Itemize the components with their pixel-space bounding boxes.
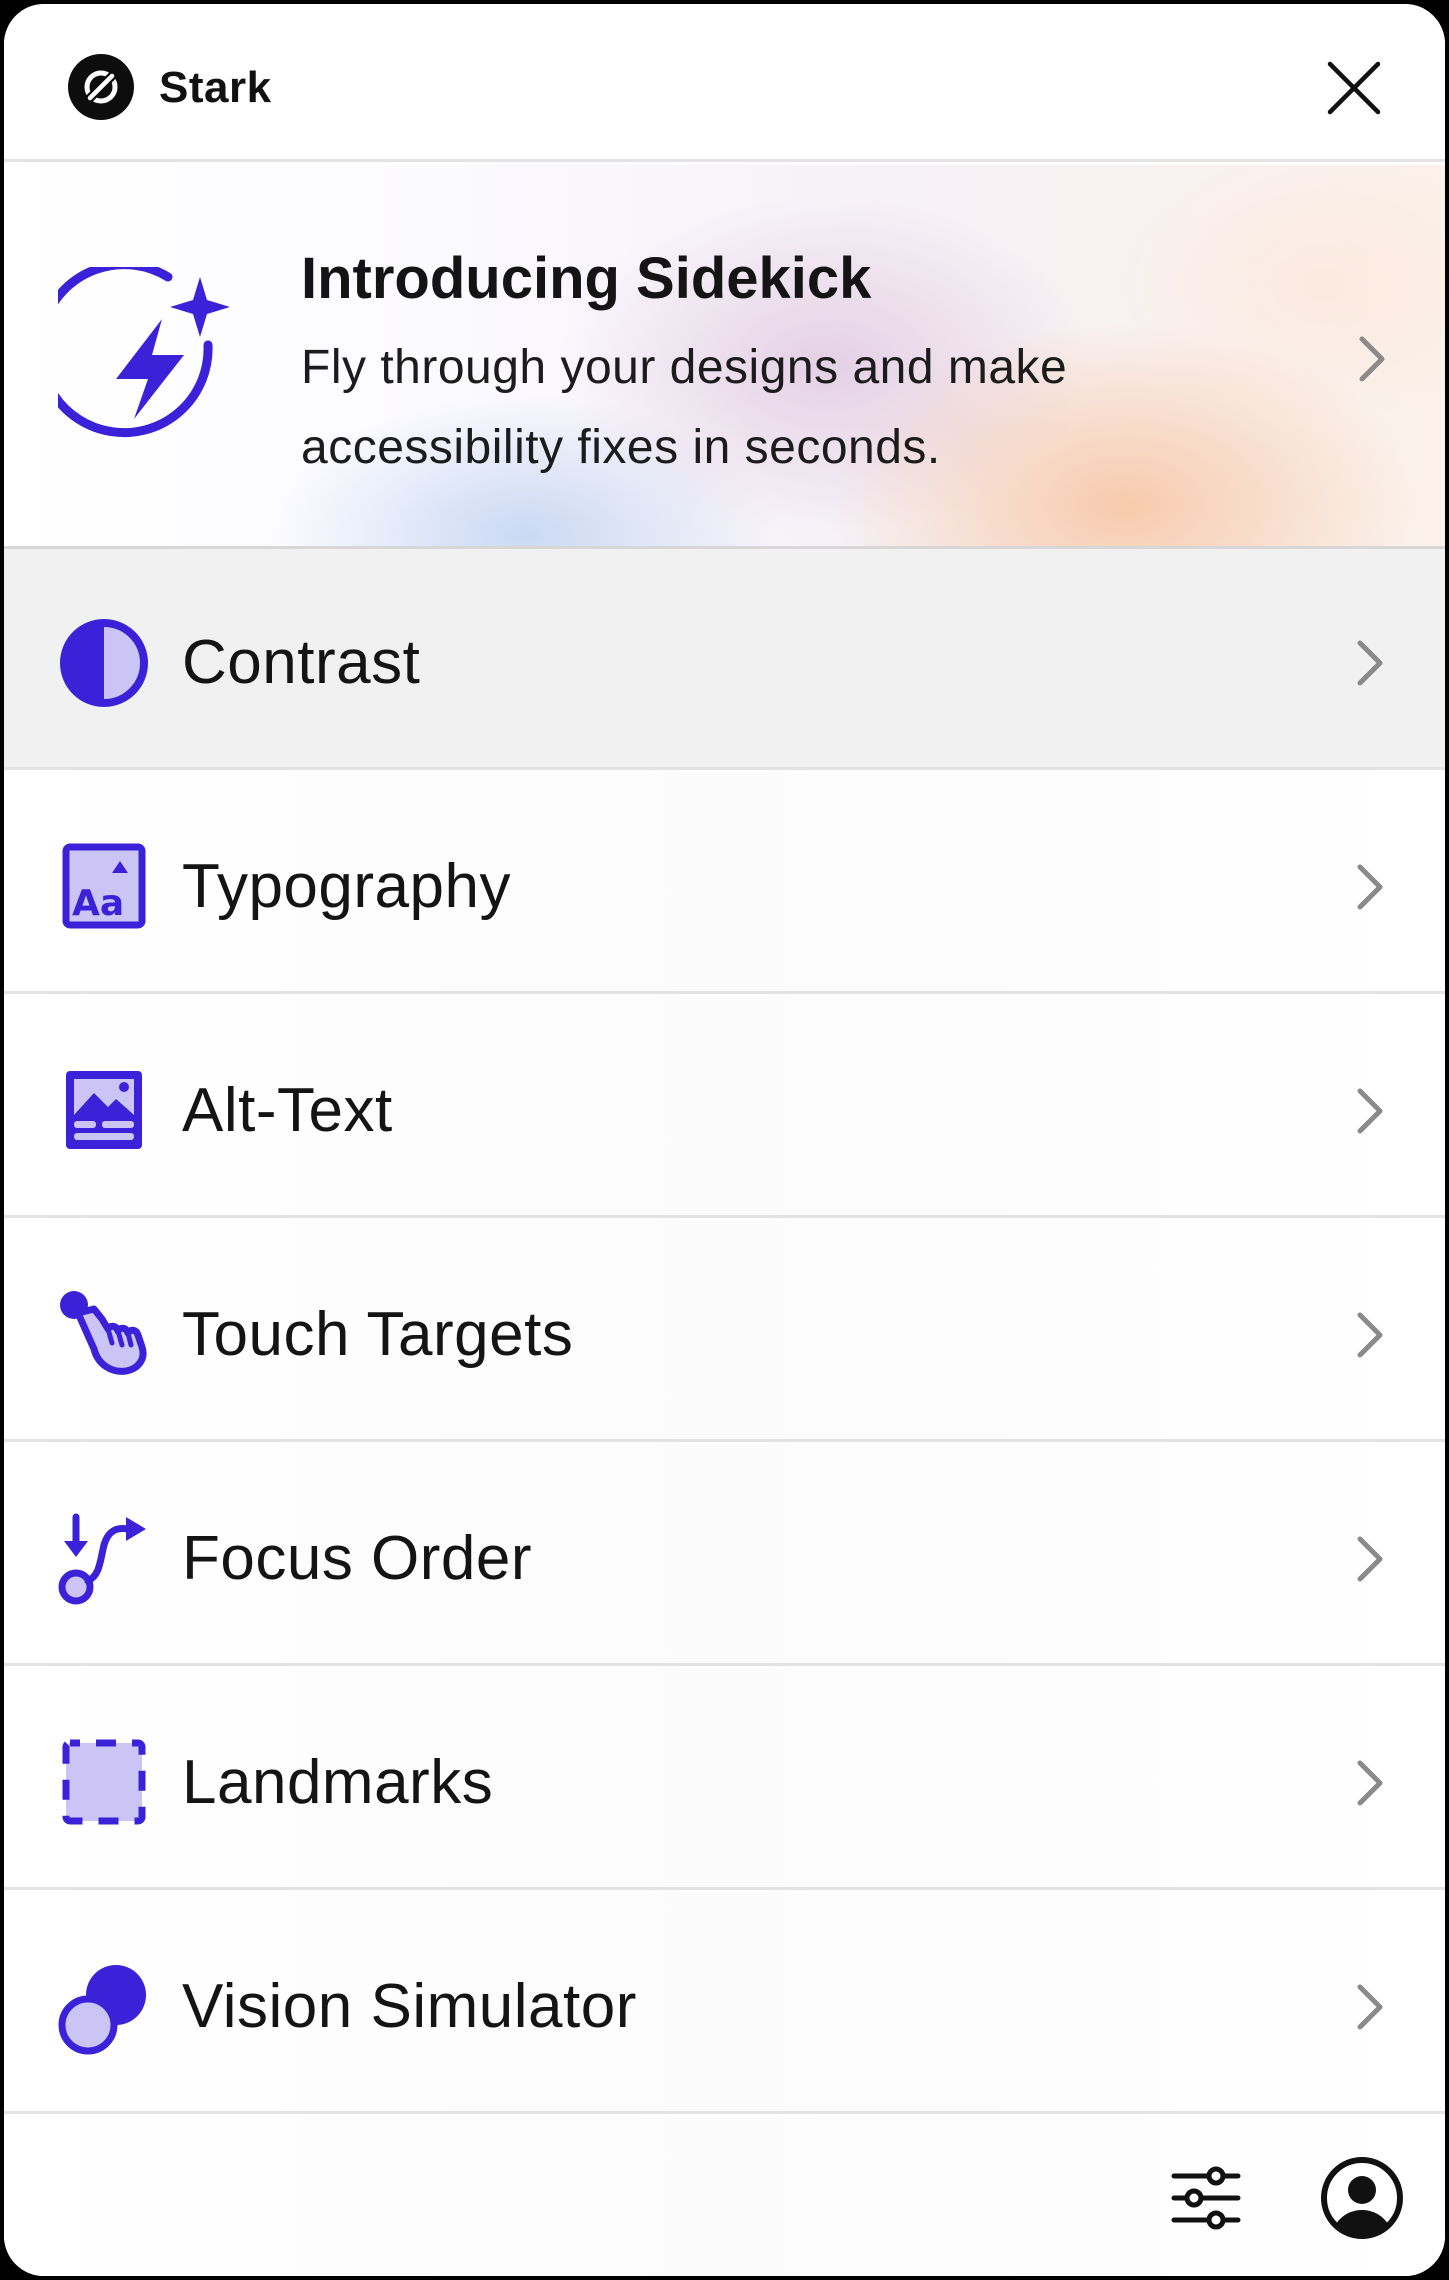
chevron-right-icon	[1357, 1312, 1383, 1358]
sidekick-promo-banner[interactable]: Introducing Sidekick Fly through your de…	[4, 165, 1445, 549]
header: Stark	[4, 4, 1445, 162]
promo-description: Fly through your designs and make access…	[301, 341, 1068, 474]
typography-icon: Aa	[62, 843, 146, 929]
app-title: Stark	[159, 63, 272, 112]
menu-item-vision-simulator[interactable]: Vision Simulator	[4, 1893, 1445, 2114]
chevron-right-icon	[1357, 1536, 1383, 1582]
settings-sliders-icon[interactable]	[1170, 2162, 1242, 2234]
menu-item-touch-targets[interactable]: Touch Targets	[4, 1221, 1445, 1442]
footer-toolbar	[4, 2118, 1445, 2276]
menu-item-focus-order[interactable]: Focus Order	[4, 1445, 1445, 1666]
chevron-right-icon	[1359, 336, 1385, 382]
chevron-right-icon	[1357, 1760, 1383, 1806]
menu-item-landmarks[interactable]: Landmarks	[4, 1669, 1445, 1890]
stark-logo-icon	[68, 54, 134, 120]
touch-targets-icon	[60, 1291, 147, 1375]
alt-text-icon	[66, 1071, 142, 1149]
chevron-right-icon	[1357, 640, 1383, 686]
focus-order-icon	[58, 1513, 146, 1605]
menu-item-typography[interactable]: Aa Typography	[4, 773, 1445, 994]
landmarks-icon	[62, 1739, 146, 1825]
promo-title: Introducing Sidekick	[301, 246, 872, 311]
menu-item-label: Touch Targets	[182, 1300, 574, 1369]
menu-item-label: Landmarks	[182, 1748, 494, 1817]
menu-item-contrast[interactable]: Contrast	[4, 549, 1445, 770]
chevron-right-icon	[1357, 1088, 1383, 1134]
svg-text:Aa: Aa	[72, 883, 124, 924]
vision-simulator-icon	[58, 1965, 146, 2055]
menu-item-alt-text[interactable]: Alt-Text	[4, 997, 1445, 1218]
menu-item-label: Vision Simulator	[182, 1972, 637, 2041]
account-icon[interactable]	[1320, 2156, 1404, 2240]
chevron-right-icon	[1357, 864, 1383, 910]
menu-item-label: Typography	[182, 852, 511, 921]
menu-item-label: Contrast	[182, 628, 421, 697]
sidekick-lightning-icon	[58, 267, 230, 438]
menu-item-label: Alt-Text	[182, 1076, 393, 1145]
contrast-icon	[60, 619, 148, 707]
chevron-right-icon	[1357, 1984, 1383, 2030]
close-icon[interactable]	[1322, 56, 1386, 120]
stark-plugin-window: Stark Introducing Sidekick Fly through y…	[4, 4, 1445, 2276]
menu-item-label: Focus Order	[182, 1524, 533, 1593]
